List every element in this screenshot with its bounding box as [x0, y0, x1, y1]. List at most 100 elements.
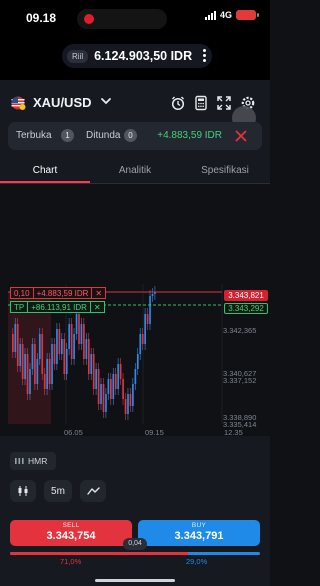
candle-body: [122, 379, 124, 399]
sell-button[interactable]: SELL 3.343,754: [10, 520, 132, 546]
remove-tp-icon[interactable]: ✕: [90, 301, 105, 313]
candle-body: [58, 329, 61, 354]
time-axis-label: 12.35: [224, 428, 243, 436]
take-profit-tag[interactable]: TP +86.113,91 IDR ✕: [10, 301, 105, 313]
timeframe-button[interactable]: 5m: [44, 480, 72, 502]
candle-body: [134, 369, 137, 384]
candle-body: [14, 324, 17, 352]
orders-summary[interactable]: Terbuka 1 Ditunda 0 +4.883,59 IDR: [8, 122, 262, 150]
candlestick-icon: [18, 486, 28, 496]
candle-body: [105, 394, 107, 412]
candle-body: [83, 324, 85, 359]
buy-price: 3.343,791: [174, 530, 224, 542]
spread-badge: 0,04: [123, 538, 147, 550]
open-orders-label[interactable]: Terbuka: [16, 130, 52, 141]
candle-body: [12, 334, 14, 352]
close-all-icon[interactable]: [234, 129, 248, 143]
sell-price: 3.343,754: [46, 530, 96, 542]
candle-body: [19, 344, 22, 366]
candle-body: [132, 384, 134, 406]
sentiment-bar: [10, 552, 260, 555]
candle-body: [141, 334, 144, 344]
candle-body: [95, 369, 97, 389]
price-chart[interactable]: 0,10 +4.883,59 IDR ✕ TP +86.113,91 IDR ✕…: [0, 184, 270, 436]
tab-analytics[interactable]: Analitik: [90, 165, 180, 176]
candle-body: [119, 364, 122, 379]
indicator-bars-icon: [15, 458, 24, 464]
status-indicators: 4G: [204, 10, 259, 20]
candle-body: [80, 324, 83, 344]
candle-body: [124, 399, 127, 414]
current-price-marker: 3.343,821: [224, 290, 268, 301]
time-axis-label: 06.05: [64, 428, 83, 436]
price-axis-label: 3.335,414: [223, 420, 257, 429]
candle-body: [117, 364, 120, 389]
candle-body: [73, 334, 75, 359]
price-axis-label: 3.337,152: [223, 376, 257, 385]
account-balance: 6.124.903,50 IDR: [94, 49, 193, 63]
candle-body: [31, 344, 34, 369]
tab-specification[interactable]: Spesifikasi: [180, 165, 270, 176]
candle-body: [53, 344, 56, 364]
candle-body: [63, 339, 66, 374]
status-time: 09.18: [26, 11, 57, 25]
candle-body: [78, 314, 80, 344]
open-orders-count: 1: [61, 129, 74, 142]
candle-body: [112, 374, 115, 399]
instrument-symbol[interactable]: XAU/USD: [33, 95, 92, 110]
tab-chart[interactable]: Chart: [0, 165, 90, 176]
dynamic-island[interactable]: [77, 9, 167, 29]
candle-body: [46, 359, 48, 389]
expand-icon[interactable]: [216, 95, 232, 111]
buy-button[interactable]: BUY 3.343,791: [138, 520, 260, 546]
candle-body: [65, 349, 68, 374]
candle-body: [51, 344, 53, 384]
account-balance-bar: Riil 6.124.903,50 IDR: [0, 34, 270, 80]
candle-body: [26, 354, 29, 394]
floating-profit: +4.883,59 IDR: [157, 130, 222, 141]
position-line-tag[interactable]: 0,10 +4.883,59 IDR ✕: [10, 287, 107, 299]
sentiment-sell-fill: [10, 552, 188, 555]
indicator-chip[interactable]: HMR: [10, 452, 56, 470]
candle-body: [110, 379, 112, 399]
alarm-icon[interactable]: [170, 95, 186, 111]
candle-body: [87, 339, 90, 374]
buy-sentiment-percent: 29,0%: [186, 557, 208, 566]
more-options-icon[interactable]: [203, 49, 206, 63]
price-axis-label: 3.342,365: [223, 326, 257, 335]
candle-body: [56, 329, 58, 364]
close-position-icon[interactable]: ✕: [92, 287, 107, 299]
chart-type-button[interactable]: [10, 480, 36, 502]
calculator-icon[interactable]: [193, 95, 209, 111]
candle-body: [21, 344, 24, 379]
candle-body: [97, 369, 100, 404]
status-bar: 09.18 4G: [0, 0, 270, 34]
drawing-tools-button[interactable]: [80, 480, 106, 502]
candle-body: [151, 294, 154, 296]
account-balance-pill[interactable]: Riil 6.124.903,50 IDR: [62, 44, 212, 68]
candle-body: [100, 384, 102, 404]
candle-body: [146, 314, 149, 324]
signal-icon: [204, 10, 216, 20]
candle-body: [92, 354, 95, 389]
buy-label: BUY: [191, 522, 207, 529]
home-indicator: [95, 579, 175, 582]
candle-body: [38, 334, 41, 359]
candle-body: [75, 314, 78, 334]
trade-panel: SELL 3.343,754 BUY 3.343,791 0,04 71,0% …: [0, 512, 270, 586]
chevron-down-icon[interactable]: [100, 96, 112, 106]
network-type: 4G: [219, 10, 232, 20]
pending-orders-count: 0: [124, 129, 137, 142]
us-flag-icon: [11, 96, 26, 110]
candle-body: [107, 379, 110, 394]
candle-body: [136, 354, 139, 369]
candle-body: [129, 394, 132, 406]
candle-body: [16, 324, 19, 366]
candle-body: [41, 334, 44, 374]
trading-screen: XAU/USD Terbuka 1 Ditunda 0 +4.883,59 ID…: [0, 80, 270, 586]
time-axis-label: 09.15: [145, 428, 164, 436]
position-lot: 0,10: [10, 287, 34, 299]
pending-orders-label[interactable]: Ditunda: [86, 130, 120, 141]
candle-body: [24, 354, 26, 379]
indicator-label: HMR: [28, 456, 48, 466]
